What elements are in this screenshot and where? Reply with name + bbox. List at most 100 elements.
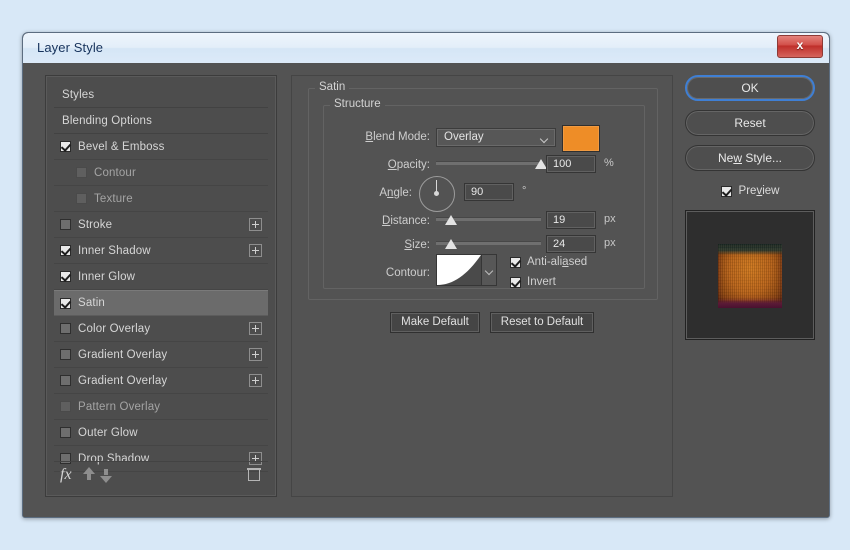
trash-icon[interactable] — [247, 467, 261, 481]
distance-value: 19 — [553, 214, 566, 226]
distance-input[interactable]: 19 — [546, 211, 596, 229]
distance-unit: px — [604, 213, 616, 225]
style-checkbox[interactable] — [60, 297, 71, 309]
dialog-titlebar: Layer Style x — [23, 33, 829, 64]
style-list-item-color-overlay[interactable]: Color Overlay — [54, 316, 268, 342]
distance-slider[interactable] — [436, 212, 541, 226]
satin-group-title: Satin — [315, 81, 350, 93]
distance-slider-knob[interactable] — [444, 215, 457, 225]
blend-mode-select[interactable]: Overlay — [436, 128, 556, 147]
style-list-item-label: Stroke — [78, 218, 113, 231]
layer-style-dialog: Layer Style x Styles Blending Options Beve… — [22, 32, 830, 518]
style-list-item-gradient-overlay[interactable]: Gradient Overlay — [54, 368, 268, 394]
style-list-item-label: Gradient Overlay — [78, 348, 168, 361]
reset-to-default-button[interactable]: Reset to Default — [490, 312, 594, 333]
satin-color-swatch[interactable] — [562, 125, 600, 152]
style-checkbox[interactable] — [60, 141, 71, 152]
screen: Layer Style x Styles Blending Options Beve… — [0, 0, 850, 550]
angle-unit: ° — [522, 185, 527, 197]
satin-group: Satin Structure Blend Mode: Overlay Opac… — [308, 81, 658, 300]
style-checkbox[interactable] — [60, 219, 71, 230]
style-list-item-bevel-emboss[interactable]: Bevel & Emboss — [54, 134, 268, 160]
style-checkbox[interactable] — [60, 401, 71, 412]
contour-dropdown-button[interactable] — [482, 254, 497, 286]
styles-sidebar: Styles Blending Options Bevel & Emboss Cont… — [45, 75, 277, 497]
add-effect-button[interactable] — [249, 322, 262, 335]
close-button[interactable]: x — [777, 35, 823, 58]
size-slider[interactable] — [436, 236, 541, 250]
anti-aliased-option[interactable]: Anti-aliased — [510, 256, 587, 268]
distance-label: Distance: — [382, 215, 430, 227]
style-list-item-satin[interactable]: Satin — [54, 290, 268, 316]
opacity-input[interactable]: 100 — [546, 155, 596, 173]
angle-dial-hub — [434, 191, 439, 196]
style-list-item-label: Outer Glow — [78, 426, 138, 439]
fx-icon[interactable]: fx — [60, 466, 72, 484]
style-checkbox[interactable] — [76, 167, 87, 178]
contour-label: Contour: — [385, 267, 430, 279]
style-list-item-inner-shadow[interactable]: Inner Shadow — [54, 238, 268, 264]
make-default-button[interactable]: Make Default — [390, 312, 480, 333]
distance-label-wrap: Distance: — [324, 212, 430, 234]
style-list-item-label: Gradient Overlay — [78, 374, 168, 387]
style-list-item-styles[interactable]: Styles — [54, 82, 268, 108]
style-list-item-label: Styles — [62, 88, 95, 101]
invert-label: Invert — [527, 276, 556, 288]
style-list-item-label: Satin — [78, 297, 105, 309]
add-effect-button[interactable] — [249, 218, 262, 231]
style-checkbox[interactable] — [60, 375, 71, 386]
preview-thumbnail-image — [718, 244, 782, 308]
opacity-label: Opacity: — [387, 159, 430, 171]
style-checkbox[interactable] — [60, 349, 71, 360]
size-slider-knob[interactable] — [444, 239, 457, 249]
style-list-item-inner-glow[interactable]: Inner Glow — [54, 264, 268, 290]
dialog-body: Styles Blending Options Bevel & Emboss Cont… — [23, 63, 829, 517]
add-effect-button[interactable] — [249, 374, 262, 387]
style-checkbox[interactable] — [60, 245, 71, 256]
style-list-item-outer-glow[interactable]: Outer Glow — [54, 420, 268, 446]
style-list-item-label: Bevel & Emboss — [78, 140, 165, 153]
size-input[interactable]: 24 — [546, 235, 596, 253]
preview-label: Preview — [738, 185, 780, 197]
invert-option[interactable]: Invert — [510, 276, 556, 288]
reset-button[interactable]: Reset — [685, 110, 815, 136]
angle-label: Angle: — [379, 187, 412, 199]
angle-input[interactable]: 90 — [464, 183, 514, 201]
style-list-item-label: Texture — [94, 192, 133, 205]
blend-mode-value: Overlay — [444, 131, 484, 143]
contour-preview[interactable] — [436, 254, 482, 286]
preview-texture-overlay — [718, 244, 782, 308]
preview-checkbox[interactable] — [720, 185, 732, 197]
preview-thumbnail — [685, 210, 815, 340]
style-checkbox[interactable] — [60, 323, 71, 334]
chevron-down-icon — [486, 268, 492, 274]
opacity-value: 100 — [553, 158, 572, 170]
style-list-item-stroke[interactable]: Stroke — [54, 212, 268, 238]
invert-checkbox[interactable] — [510, 276, 521, 288]
angle-dial[interactable] — [419, 176, 455, 212]
style-list-item-texture[interactable]: Texture — [54, 186, 268, 212]
add-effect-button[interactable] — [249, 244, 262, 257]
style-checkbox[interactable] — [60, 271, 71, 282]
blend-mode-label: Blend Mode: — [365, 131, 430, 143]
style-checkbox[interactable] — [76, 193, 87, 204]
style-list-item-pattern-overlay[interactable]: Pattern Overlay — [54, 394, 268, 420]
opacity-label-wrap: Opacity: — [324, 156, 430, 178]
new-style-button[interactable]: New Style... — [685, 145, 815, 171]
styles-footer-toolbar: fx — [54, 461, 268, 488]
style-list-item-blending-options[interactable]: Blending Options — [54, 108, 268, 134]
add-effect-button[interactable] — [249, 348, 262, 361]
contour-label-wrap: Contour: — [324, 264, 430, 286]
styles-list[interactable]: Styles Blending Options Bevel & Emboss Cont… — [54, 82, 268, 472]
style-list-item-contour[interactable]: Contour — [54, 160, 268, 186]
opacity-slider[interactable] — [436, 156, 547, 170]
structure-group: Structure Blend Mode: Overlay Opacity: 1… — [323, 98, 645, 289]
anti-aliased-checkbox[interactable] — [510, 256, 521, 268]
opacity-slider-track — [436, 161, 541, 165]
angle-value: 90 — [471, 186, 484, 198]
ok-button[interactable]: OK — [685, 75, 815, 101]
style-list-item-gradient-overlay[interactable]: Gradient Overlay — [54, 342, 268, 368]
style-list-item-label: Inner Glow — [78, 270, 136, 283]
preview-option[interactable]: Preview — [685, 180, 815, 202]
style-checkbox[interactable] — [60, 427, 71, 438]
